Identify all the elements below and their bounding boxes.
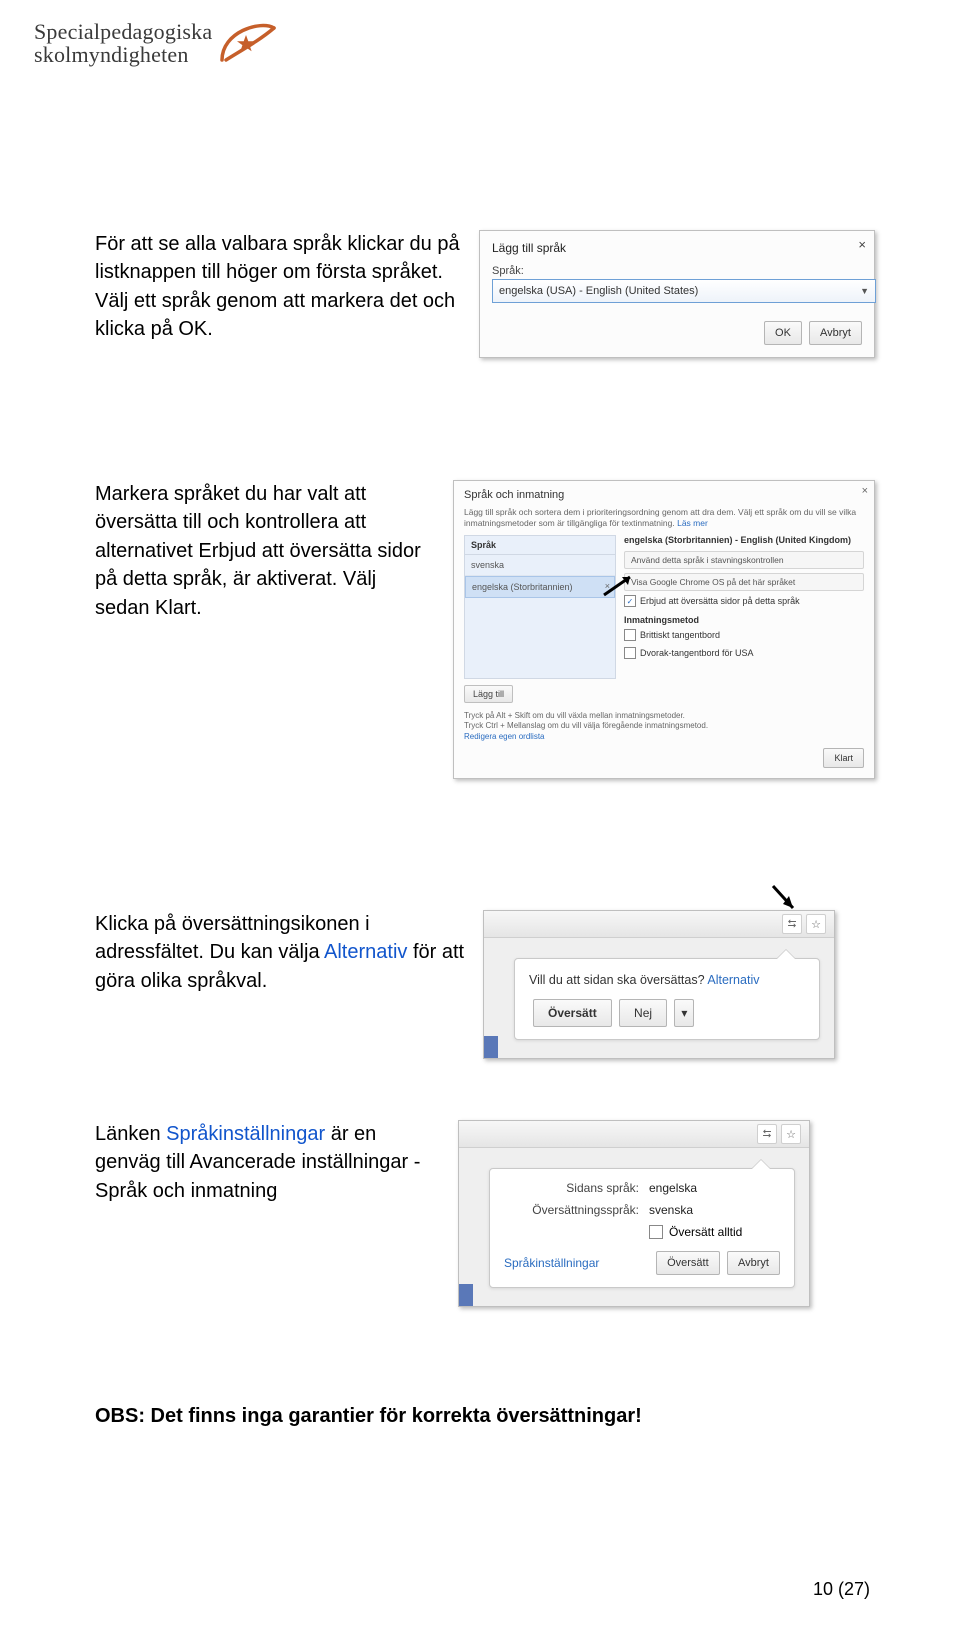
- logo-line1: Specialpedagogiska: [34, 20, 212, 43]
- chevron-down-icon: ▼: [860, 286, 869, 296]
- target-language-label: Översättningsspråk:: [504, 1203, 639, 1217]
- alternativ-link[interactable]: Alternativ: [707, 973, 759, 987]
- page-language-value[interactable]: engelska: [649, 1181, 780, 1195]
- logo-line2: skolmyndigheten: [34, 43, 212, 66]
- input-method-header: Inmatningsmetod: [624, 615, 864, 625]
- logo-mark-icon: [216, 14, 286, 69]
- screenshot-add-language: × Lägg till språk Språk: engelska (USA) …: [479, 230, 875, 358]
- section-2: Markera språket du har valt att översätt…: [95, 480, 875, 779]
- sprakinstallningar-link: Språkinställningar: [166, 1123, 325, 1145]
- option-spellcheck[interactable]: Använd detta språk i stavningskontrollen: [624, 551, 864, 569]
- option-display-os[interactable]: Visa Google Chrome OS på det här språket: [624, 573, 864, 591]
- selected-language-title: engelska (Storbritannien) - English (Uni…: [624, 535, 864, 545]
- translate-button[interactable]: Översätt: [533, 999, 612, 1027]
- checkbox-icon: [624, 629, 636, 641]
- learn-more-link[interactable]: Läs mer: [677, 518, 708, 528]
- done-button[interactable]: Klart: [823, 748, 864, 768]
- keyboard-hints: Tryck på Alt + Skift om du vill växla me…: [464, 711, 864, 742]
- logo-text: Specialpedagogiska skolmyndigheten: [34, 20, 212, 66]
- section-4: Länken Språkinställningar är en genväg t…: [95, 1120, 875, 1307]
- ok-button[interactable]: OK: [764, 321, 802, 345]
- language-list: Språk svenska engelska (Storbritannien) …: [464, 535, 616, 679]
- language-select-value: engelska (USA) - English (United States): [499, 285, 698, 297]
- language-item-svenska[interactable]: svenska: [465, 555, 615, 576]
- cancel-button[interactable]: Avbryt: [809, 321, 862, 345]
- translate-icon[interactable]: ⮀: [757, 1124, 777, 1144]
- dialog-title: Lägg till språk: [492, 241, 862, 255]
- add-language-button[interactable]: Lägg till: [464, 685, 513, 703]
- dialog-desc: Lägg till språk och sortera dem i priori…: [464, 507, 864, 529]
- star-icon[interactable]: ☆: [806, 914, 826, 934]
- logo: Specialpedagogiska skolmyndigheten: [34, 20, 286, 69]
- kb-dvorak[interactable]: Dvorak-tangentbord för USA: [624, 647, 864, 659]
- language-options: engelska (Storbritannien) - English (Uni…: [624, 535, 864, 679]
- section-1: För att se alla valbara språk klickar du…: [95, 230, 875, 358]
- kb-british[interactable]: Brittiskt tangentbord: [624, 629, 864, 641]
- section4-text: Länken Språkinställningar är en genväg t…: [95, 1120, 440, 1307]
- close-icon[interactable]: ×: [862, 485, 868, 497]
- section2-text: Markera språket du har valt att översätt…: [95, 480, 435, 779]
- no-button[interactable]: Nej: [619, 999, 667, 1027]
- language-item-engelska[interactable]: engelska (Storbritannien) ×: [465, 576, 615, 598]
- alternativ-link: Alternativ: [324, 941, 407, 963]
- screenshot-language-input: × Språk och inmatning Lägg till språk oc…: [453, 480, 875, 779]
- section-3: Klicka på översättningsikonen i adressfä…: [95, 910, 875, 1059]
- language-list-header: Språk: [465, 536, 615, 555]
- screenshot-translate-settings: ⮀ ☆ Sidans språk: engelska Översättnings…: [458, 1120, 810, 1307]
- language-settings-link[interactable]: Språkinställningar: [504, 1256, 599, 1270]
- translate-button[interactable]: Översätt: [656, 1251, 720, 1275]
- translate-question: Vill du att sidan ska översättas?: [529, 973, 705, 987]
- dialog-title: Språk och inmatning: [464, 489, 864, 501]
- arrow-annotation-icon: [602, 573, 638, 599]
- option-offer-translate[interactable]: ✓ Erbjud att översätta sidor på detta sp…: [624, 595, 864, 607]
- target-language-value[interactable]: svenska: [649, 1203, 780, 1217]
- side-tab: [459, 1284, 473, 1306]
- translate-icon[interactable]: ⮀: [782, 914, 802, 934]
- always-translate-checkbox[interactable]: Översätt alltid: [649, 1225, 780, 1239]
- field-label: Språk:: [492, 265, 862, 277]
- star-icon[interactable]: ☆: [781, 1124, 801, 1144]
- side-tab: [484, 1036, 498, 1058]
- translate-bubble: Vill du att sidan ska översättas? Altern…: [514, 958, 820, 1040]
- edit-wordlist-link[interactable]: Redigera egen ordlista: [464, 732, 545, 741]
- language-select[interactable]: engelska (USA) - English (United States)…: [492, 279, 876, 303]
- section1-text: För att se alla valbara språk klickar du…: [95, 230, 461, 358]
- screenshot-translate-prompt: ⮀ ☆ Vill du att sidan ska översättas? Al…: [483, 910, 835, 1059]
- more-options-button[interactable]: ▾: [674, 999, 694, 1027]
- page-language-label: Sidans språk:: [504, 1181, 639, 1195]
- section3-text: Klicka på översättningsikonen i adressfä…: [95, 910, 465, 1059]
- translate-bubble: Sidans språk: engelska Översättningssprå…: [489, 1168, 795, 1288]
- close-icon[interactable]: ×: [858, 237, 866, 252]
- checkbox-icon: [649, 1225, 663, 1239]
- obs-warning: OBS: Det finns inga garantier för korrek…: [95, 1405, 642, 1428]
- page-number: 10 (27): [813, 1579, 870, 1600]
- checkbox-icon: [624, 647, 636, 659]
- cancel-button[interactable]: Avbryt: [727, 1251, 780, 1275]
